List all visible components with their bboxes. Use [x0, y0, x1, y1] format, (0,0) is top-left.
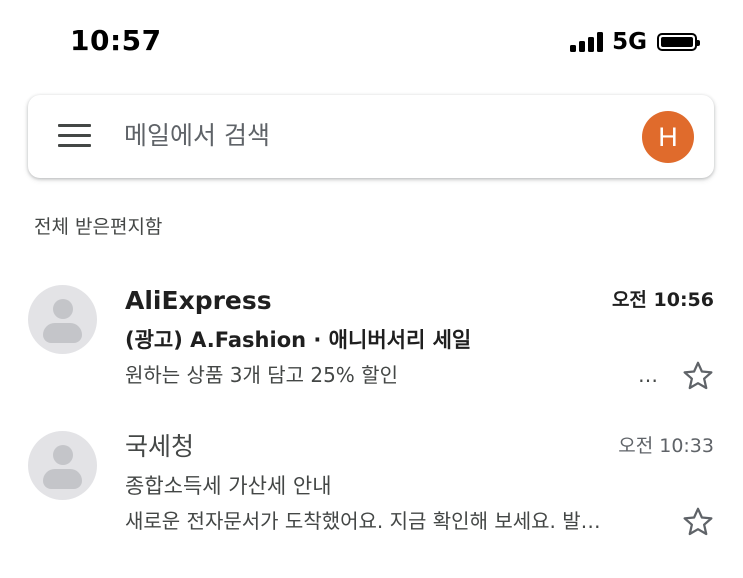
- mail-time: 오전 10:33: [618, 435, 714, 457]
- status-bar: 10:57 5G: [0, 0, 743, 84]
- status-time: 10:57: [70, 24, 162, 57]
- signal-icon: [570, 32, 606, 52]
- mail-snippet-more: …: [638, 363, 658, 387]
- mail-sender: AliExpress: [125, 286, 272, 315]
- search-bar[interactable]: 메일에서 검색 H: [28, 95, 714, 178]
- search-input[interactable]: 메일에서 검색: [124, 119, 270, 153]
- mail-subject: 종합소득세 가산세 안내: [125, 474, 332, 498]
- sender-avatar-icon[interactable]: [28, 285, 97, 354]
- account-avatar[interactable]: H: [642, 111, 694, 163]
- mail-sender: 국세청: [125, 432, 195, 461]
- star-icon[interactable]: [680, 504, 716, 540]
- status-indicators: 5G: [570, 29, 700, 55]
- mail-list-item[interactable]: AliExpress 오전 10:56 (광고) A.Fashion · 애니버…: [0, 272, 743, 412]
- star-icon[interactable]: [680, 358, 716, 394]
- sender-avatar-icon[interactable]: [28, 431, 97, 500]
- hamburger-menu-icon[interactable]: [58, 124, 91, 148]
- network-label: 5G: [612, 29, 647, 55]
- inbox-section-label: 전체 받은편지함: [34, 216, 163, 238]
- mail-subject: (광고) A.Fashion · 애니버서리 세일: [125, 328, 472, 352]
- battery-icon: [657, 33, 700, 51]
- mail-snippet: 원하는 상품 3개 담고 25% 할인: [125, 363, 398, 387]
- mail-list-item[interactable]: 국세청 오전 10:33 종합소득세 가산세 안내 새로운 전자문서가 도착했어…: [0, 418, 743, 558]
- mail-snippet: 새로운 전자문서가 도착했어요. 지금 확인해 보세요. 발…: [125, 509, 601, 533]
- mail-time: 오전 10:56: [611, 289, 714, 311]
